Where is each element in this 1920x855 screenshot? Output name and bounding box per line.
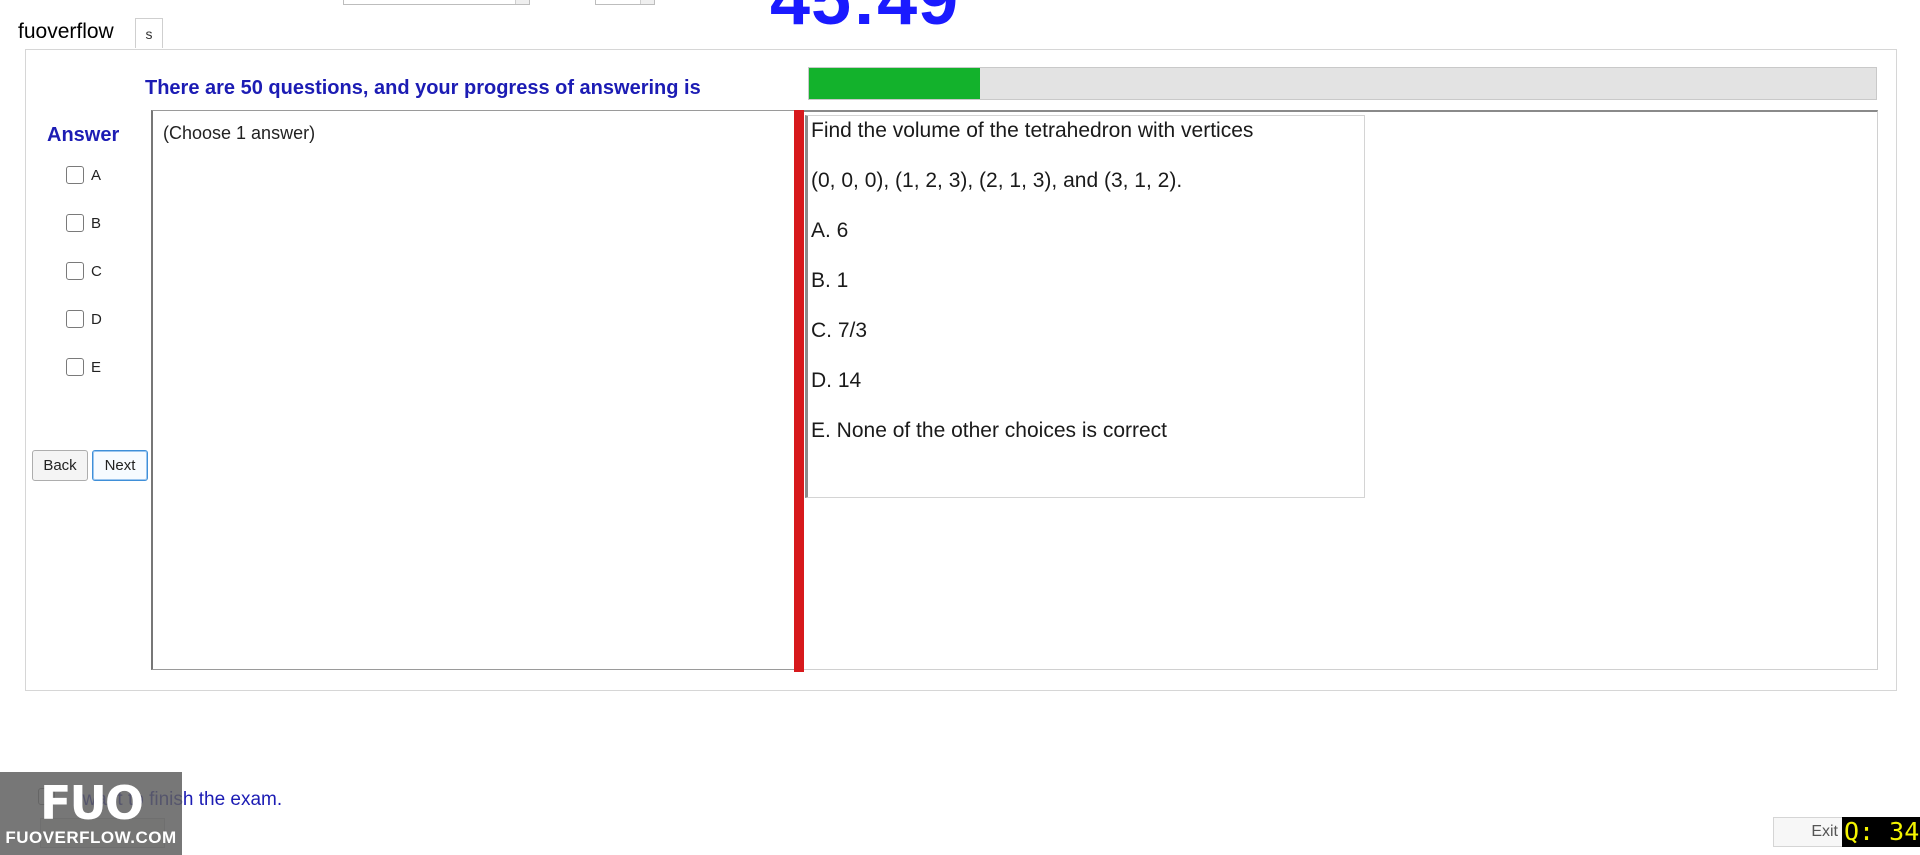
choice-e: E. None of the other choices is correct bbox=[811, 419, 1168, 442]
next-button[interactable]: Next bbox=[92, 450, 148, 481]
option-label: E bbox=[91, 358, 102, 376]
top-select-1[interactable] bbox=[343, 0, 530, 5]
option-label: C bbox=[91, 262, 102, 280]
top-select-2[interactable] bbox=[595, 0, 655, 5]
answer-option-b[interactable]: B bbox=[66, 214, 101, 232]
pane-divider[interactable] bbox=[794, 110, 804, 672]
option-label: D bbox=[91, 310, 102, 328]
option-label: B bbox=[91, 214, 102, 232]
option-label: A bbox=[91, 166, 102, 184]
answer-area[interactable] bbox=[151, 110, 796, 670]
progress-label: There are 50 questions, and your progres… bbox=[145, 77, 701, 99]
answer-option-d[interactable]: D bbox=[66, 310, 102, 328]
answer-hint: (Choose 1 answer) bbox=[163, 123, 316, 143]
choice-a: A. 6 bbox=[811, 219, 849, 242]
answer-title: Answer bbox=[47, 124, 120, 146]
checkbox[interactable] bbox=[66, 166, 84, 184]
watermark-site: FUOVERFLOW.COM bbox=[5, 828, 177, 847]
exam-timer: 45:49 bbox=[770, 0, 960, 40]
watermark-logo: FUO FUOVERFLOW.COM bbox=[0, 772, 182, 855]
answer-option-c[interactable]: C bbox=[66, 262, 102, 280]
checkbox[interactable] bbox=[66, 310, 84, 328]
chevron-down-icon[interactable] bbox=[515, 0, 529, 4]
question-number-badge: Q: 34 bbox=[1842, 817, 1920, 847]
choice-c: C. 7/3 bbox=[811, 319, 868, 342]
progress-bar bbox=[808, 67, 1877, 100]
checkbox[interactable] bbox=[66, 262, 84, 280]
checkbox[interactable] bbox=[66, 214, 84, 232]
brand-label: fuoverflow bbox=[18, 20, 114, 43]
choice-d: D. 14 bbox=[811, 369, 862, 392]
checkbox[interactable] bbox=[66, 358, 84, 376]
choice-b: B. 1 bbox=[811, 269, 849, 292]
answer-option-e[interactable]: E bbox=[66, 358, 101, 376]
tab-questions[interactable]: s bbox=[135, 18, 163, 48]
watermark-mark: FUO bbox=[40, 776, 144, 830]
chevron-down-icon[interactable] bbox=[640, 0, 654, 4]
question-text: Find the volume of the tetrahedron with … bbox=[811, 119, 1254, 142]
answer-option-a[interactable]: A bbox=[66, 166, 101, 184]
question-text: (0, 0, 0), (1, 2, 3), (2, 1, 3), and (3,… bbox=[811, 169, 1183, 192]
back-button[interactable]: Back bbox=[32, 450, 88, 481]
progress-fill bbox=[809, 68, 980, 99]
exit-button[interactable]: Exit bbox=[1773, 817, 1843, 847]
